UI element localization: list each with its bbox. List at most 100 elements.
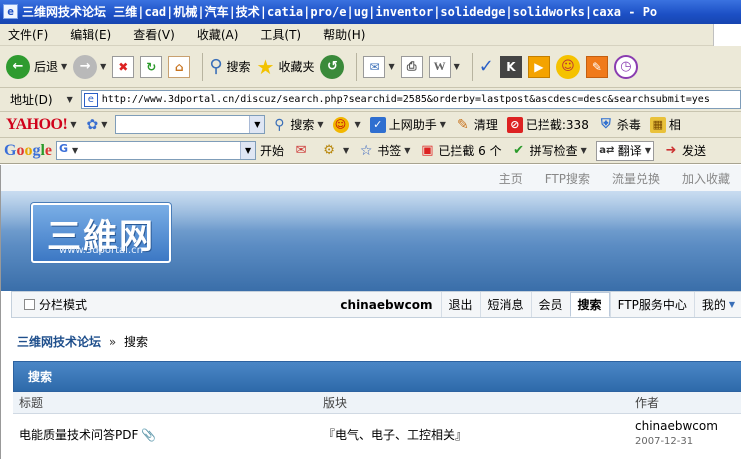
web-page: 主页 FTP搜索 流量兑换 加入收藏 三維网 www.3dportal.cn 分… bbox=[0, 165, 741, 459]
chevron-down-icon[interactable]: ▼ bbox=[249, 116, 265, 133]
bookmarks-button[interactable]: ☆ 书签 ▼ bbox=[358, 142, 410, 159]
menu-tools[interactable]: 工具(T) bbox=[260, 26, 301, 43]
antivirus-button[interactable]: ⛨ 杀毒 bbox=[598, 116, 641, 133]
clean-label: 清理 bbox=[473, 118, 498, 132]
chevron-down-icon[interactable]: ▼ bbox=[404, 146, 410, 155]
yahoo-logo[interactable]: YAHOO! bbox=[6, 116, 68, 134]
chevron-down-icon[interactable]: ▼ bbox=[67, 95, 73, 104]
chevron-down-icon[interactable]: ▼ bbox=[355, 120, 361, 129]
send-button[interactable]: ➜ 发送 bbox=[663, 142, 706, 159]
flower-icon[interactable]: ✿ bbox=[86, 117, 98, 133]
chevron-down-icon[interactable]: ▼ bbox=[100, 62, 106, 71]
gears-button[interactable]: ⚙ ▼ bbox=[321, 143, 349, 159]
google-logo[interactable]: Google bbox=[4, 142, 52, 160]
google-g-icon: G bbox=[59, 142, 69, 155]
kk-button[interactable]: K bbox=[499, 55, 522, 78]
more-button[interactable]: ▦ 相 bbox=[649, 116, 681, 133]
chevron-down-icon[interactable]: ▼ bbox=[343, 146, 349, 155]
result-forum-link[interactable]: 『电气、电子、工控相关』 bbox=[319, 426, 631, 443]
windows-logo-icon bbox=[713, 24, 741, 46]
result-title-link[interactable]: 电能质量技术问答PDF bbox=[19, 428, 138, 442]
logo-url: www.3dportal.cn bbox=[59, 245, 143, 256]
translate-button[interactable]: a⇄ 翻译 ▼ bbox=[595, 140, 654, 161]
chevron-down-icon[interactable]: ▼ bbox=[581, 146, 587, 155]
google-search-input[interactable]: G ▼ ▼ bbox=[56, 141, 257, 160]
yahoo-mascot-button[interactable]: ☺ ▼ bbox=[332, 116, 361, 133]
menu-file[interactable]: 文件(F) bbox=[8, 26, 48, 43]
print-button[interactable]: ⎙ bbox=[400, 55, 423, 78]
menu-edit[interactable]: 编辑(E) bbox=[70, 26, 111, 43]
google-blocker-button[interactable]: ▣ 已拦截 6 个 bbox=[419, 142, 501, 159]
yahoo-search-input[interactable]: ▼ bbox=[115, 115, 266, 134]
nav-members[interactable]: 会员 bbox=[530, 292, 570, 317]
username[interactable]: chinaebwcom bbox=[332, 292, 440, 317]
search-icon: ⚲ bbox=[274, 116, 285, 133]
menu-bar: 文件(F) 编辑(E) 查看(V) 收藏(A) 工具(T) 帮助(H) bbox=[0, 24, 741, 46]
table-row: 电能质量技术问答PDF 📎 『电气、电子、工控相关』 chinaebwcom 20… bbox=[13, 414, 741, 454]
chevron-down-icon[interactable]: ▼ bbox=[317, 120, 323, 129]
chevron-down-icon: ▼ bbox=[728, 300, 735, 309]
link-home[interactable]: 主页 bbox=[499, 170, 523, 187]
home-button[interactable]: ⌂ bbox=[168, 55, 191, 78]
stop-icon: ✖ bbox=[112, 55, 135, 78]
link-add-favorite[interactable]: 加入收藏 bbox=[682, 170, 730, 187]
media-player-button[interactable]: ▶ bbox=[527, 55, 550, 78]
history-button[interactable]: ↺ bbox=[320, 54, 345, 79]
chevron-down-icon[interactable]: ▼ bbox=[70, 120, 76, 129]
mail-button[interactable]: ✉ ▼ bbox=[363, 55, 395, 78]
menu-view[interactable]: 查看(V) bbox=[133, 26, 175, 43]
play-icon: ▶ bbox=[527, 55, 550, 78]
link-ftp-search[interactable]: FTP搜索 bbox=[545, 170, 590, 187]
spellcheck-button[interactable]: ✔ 拼写检查 ▼ bbox=[511, 142, 587, 159]
broom-icon: ✎ bbox=[456, 116, 469, 133]
nav-logout[interactable]: 退出 bbox=[440, 292, 480, 317]
search-icon: ⚲ bbox=[209, 56, 223, 77]
edit-word-button[interactable]: W ▼ bbox=[428, 55, 460, 78]
link-traffic-exchange[interactable]: 流量兑换 bbox=[612, 170, 660, 187]
blocker-icon: ▣ bbox=[421, 143, 434, 158]
chevron-down-icon[interactable]: ▼ bbox=[61, 62, 67, 71]
menu-help[interactable]: 帮助(H) bbox=[323, 26, 365, 43]
results-header: 标题 版块 作者 bbox=[13, 392, 741, 414]
back-button[interactable]: ← 后退 ▼ bbox=[6, 54, 67, 79]
checkbox[interactable] bbox=[24, 299, 35, 310]
breadcrumb-home[interactable]: 三维网技术论坛 bbox=[17, 335, 101, 349]
search-button[interactable]: ⚲ 搜索 bbox=[209, 56, 250, 77]
window-title: 三维网技术论坛 三维|cad|机械|汽车|技术|catia|pro/e|ug|i… bbox=[22, 5, 658, 19]
refresh-button[interactable]: ↻ bbox=[140, 55, 163, 78]
nav-my[interactable]: 我的 ▼ bbox=[693, 292, 741, 317]
menu-favorites[interactable]: 收藏(A) bbox=[197, 26, 239, 43]
news-button[interactable]: ✉ bbox=[293, 143, 312, 159]
column-author: 作者 bbox=[635, 396, 660, 410]
chevron-down-icon[interactable]: ▼ bbox=[454, 62, 460, 71]
site-logo[interactable]: 三維网 www.3dportal.cn bbox=[31, 203, 171, 263]
chevron-down-icon[interactable]: ▼ bbox=[440, 120, 446, 129]
emoticon-button[interactable]: ☺ bbox=[555, 54, 580, 79]
tool-button[interactable]: ✎ bbox=[585, 55, 608, 78]
nav-ftp-center[interactable]: FTP服务中心 bbox=[609, 292, 694, 317]
messenger-button[interactable]: ✓ bbox=[479, 56, 494, 77]
google-go-button[interactable]: 开始 bbox=[260, 142, 284, 159]
chevron-down-icon[interactable]: ▼ bbox=[388, 62, 394, 71]
chevron-down-icon[interactable]: ▼ bbox=[240, 142, 256, 159]
chevron-down-icon[interactable]: ▼ bbox=[101, 120, 107, 129]
clock-button[interactable]: ◷ bbox=[613, 54, 638, 79]
result-title-cell: 电能质量技术问答PDF 📎 bbox=[13, 426, 319, 443]
stop-button[interactable]: ✖ bbox=[112, 55, 135, 78]
address-url[interactable]: http://www.3dportal.cn/discuz/search.php… bbox=[102, 94, 710, 105]
result-author-link[interactable]: chinaebwcom bbox=[635, 418, 741, 434]
breadcrumb-current: 搜索 bbox=[124, 335, 149, 349]
chevron-down-icon[interactable]: ▼ bbox=[645, 146, 651, 155]
address-input[interactable]: e http://www.3dportal.cn/discuz/search.p… bbox=[80, 90, 741, 109]
toolbar-separator bbox=[202, 52, 204, 81]
nav-search[interactable]: 搜索 bbox=[569, 292, 610, 317]
split-mode-toggle[interactable]: 分栏模式 bbox=[24, 296, 87, 313]
clean-button[interactable]: ✎ 清理 bbox=[455, 116, 498, 133]
nav-messages[interactable]: 短消息 bbox=[479, 292, 531, 317]
popup-blocker-button[interactable]: ⊘ 已拦截:338 bbox=[506, 116, 589, 133]
forward-button[interactable]: → ▼ bbox=[73, 54, 106, 79]
chevron-down-icon[interactable]: ▼ bbox=[72, 146, 78, 159]
assistant-button[interactable]: ✓ 上网助手 ▼ bbox=[369, 116, 446, 133]
favorites-button[interactable]: ★ 收藏夹 bbox=[257, 55, 315, 79]
yahoo-search-button[interactable]: ⚲ 搜索 ▼ bbox=[271, 116, 323, 133]
